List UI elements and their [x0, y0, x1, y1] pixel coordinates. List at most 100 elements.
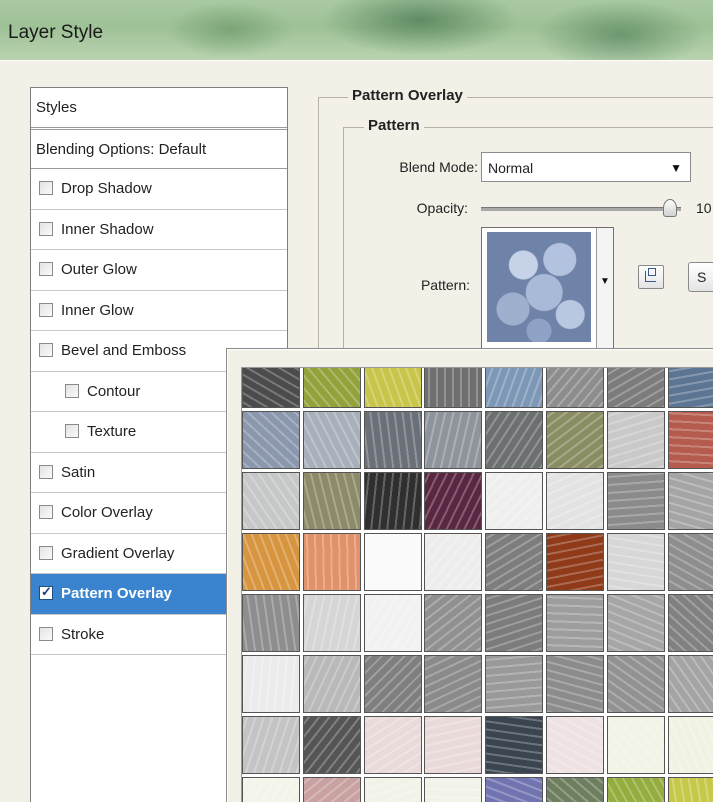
pattern-swatch[interactable]	[242, 368, 300, 408]
pattern-swatch[interactable]	[546, 777, 604, 802]
style-checkbox[interactable]	[39, 262, 53, 276]
pattern-swatch[interactable]	[302, 655, 361, 713]
pattern-swatch[interactable]	[363, 777, 422, 802]
pattern-swatch[interactable]	[363, 533, 422, 591]
style-item-label: Bevel and Emboss	[61, 342, 187, 359]
pattern-swatch[interactable]	[667, 368, 713, 408]
style-item[interactable]: Outer Glow	[31, 250, 287, 291]
style-checkbox[interactable]	[39, 343, 53, 357]
pattern-swatch[interactable]	[302, 594, 361, 652]
pattern-swatch[interactable]	[363, 655, 422, 713]
opacity-label: Opacity:	[416, 200, 468, 216]
checkmark-icon: ✓	[41, 584, 52, 599]
style-checkbox[interactable]	[39, 221, 53, 236]
pattern-swatch[interactable]	[606, 777, 665, 802]
pattern-swatch[interactable]	[363, 716, 422, 774]
pattern-overlay-title: Pattern Overlay	[348, 87, 467, 104]
title-bar[interactable]: Layer Style	[0, 0, 713, 61]
pattern-swatch[interactable]	[667, 655, 713, 713]
pattern-preview	[487, 232, 591, 342]
pattern-swatch[interactable]	[667, 411, 713, 469]
pattern-swatch[interactable]	[606, 594, 665, 652]
style-item[interactable]: Drop Shadow	[31, 169, 287, 210]
pattern-swatch[interactable]	[485, 716, 544, 774]
pattern-picker-button[interactable]: ▼	[481, 227, 614, 349]
pattern-swatch[interactable]	[363, 368, 422, 408]
style-checkbox[interactable]	[39, 505, 53, 519]
pattern-swatch[interactable]	[546, 472, 604, 530]
pattern-swatch[interactable]	[546, 594, 604, 652]
pattern-swatch[interactable]	[424, 594, 483, 652]
pattern-swatch[interactable]	[242, 411, 300, 469]
pattern-swatch[interactable]	[424, 777, 483, 802]
window-title: Layer Style	[8, 22, 104, 43]
pattern-swatch[interactable]	[667, 594, 713, 652]
pattern-swatch[interactable]	[302, 533, 361, 591]
snap-to-origin-button[interactable]: S	[688, 262, 713, 292]
style-checkbox[interactable]: ✓	[39, 584, 53, 600]
style-item[interactable]: Inner Glow	[31, 290, 287, 331]
pattern-swatch[interactable]	[667, 533, 713, 591]
style-checkbox[interactable]	[39, 626, 53, 641]
pattern-swatch[interactable]	[424, 716, 483, 774]
pattern-dropdown-button[interactable]: ▼	[596, 228, 613, 348]
pattern-swatch[interactable]	[485, 777, 544, 802]
pattern-swatch[interactable]	[485, 655, 544, 713]
pattern-swatch[interactable]	[485, 533, 544, 591]
pattern-swatch[interactable]	[302, 777, 361, 802]
style-checkbox[interactable]	[65, 424, 79, 438]
style-checkbox[interactable]	[39, 302, 53, 317]
pattern-swatch[interactable]	[363, 594, 422, 652]
style-checkbox[interactable]	[39, 545, 53, 560]
pattern-swatch[interactable]	[302, 411, 361, 469]
pattern-swatch[interactable]	[424, 655, 483, 713]
style-item[interactable]: Inner Shadow	[31, 209, 287, 250]
pattern-swatch[interactable]	[546, 368, 604, 408]
pattern-swatch[interactable]	[485, 368, 544, 408]
pattern-swatch[interactable]	[606, 368, 665, 408]
style-item-label: Outer Glow	[61, 261, 137, 278]
pattern-swatch[interactable]	[606, 472, 665, 530]
pattern-swatch[interactable]	[546, 716, 604, 774]
pattern-swatch[interactable]	[606, 716, 665, 774]
pattern-swatch[interactable]	[424, 368, 483, 408]
pattern-swatch[interactable]	[242, 472, 300, 530]
pattern-swatch[interactable]	[667, 472, 713, 530]
pattern-swatch[interactable]	[242, 533, 300, 591]
pattern-swatch[interactable]	[546, 533, 604, 591]
pattern-swatch[interactable]	[546, 411, 604, 469]
style-checkbox[interactable]	[65, 383, 79, 398]
blending-options-item[interactable]: Blending Options: Default	[31, 129, 287, 169]
pattern-swatch[interactable]	[424, 472, 483, 530]
pattern-swatch[interactable]	[606, 533, 665, 591]
pattern-swatch[interactable]	[485, 472, 544, 530]
create-preset-button[interactable]	[638, 265, 664, 289]
pattern-swatch[interactable]	[302, 472, 361, 530]
pattern-swatch[interactable]	[242, 716, 300, 774]
pattern-swatch[interactable]	[546, 655, 604, 713]
pattern-swatch[interactable]	[302, 716, 361, 774]
pattern-swatch[interactable]	[485, 411, 544, 469]
pattern-swatch[interactable]	[485, 594, 544, 652]
style-checkbox[interactable]	[39, 181, 53, 195]
pattern-swatch[interactable]	[667, 777, 713, 802]
style-checkbox[interactable]	[39, 464, 53, 479]
opacity-slider-track[interactable]	[481, 207, 681, 211]
pattern-swatch[interactable]	[242, 655, 300, 713]
pattern-swatch[interactable]	[667, 716, 713, 774]
pattern-swatch[interactable]	[363, 472, 422, 530]
pattern-swatch[interactable]	[424, 411, 483, 469]
pattern-swatch[interactable]	[363, 411, 422, 469]
pattern-swatch[interactable]	[606, 411, 665, 469]
pattern-swatch[interactable]	[242, 594, 300, 652]
pattern-swatch[interactable]	[302, 368, 361, 408]
pattern-swatch[interactable]	[242, 777, 300, 802]
pattern-swatch[interactable]	[424, 533, 483, 591]
chevron-down-icon: ▼	[670, 161, 682, 175]
pattern-swatch[interactable]	[606, 655, 665, 713]
styles-header[interactable]: Styles	[31, 88, 287, 128]
opacity-value[interactable]: 10	[696, 200, 712, 216]
opacity-slider-thumb[interactable]	[663, 199, 677, 217]
blend-mode-select[interactable]: Normal ▼	[481, 152, 691, 182]
style-item-label: Color Overlay	[61, 504, 153, 521]
